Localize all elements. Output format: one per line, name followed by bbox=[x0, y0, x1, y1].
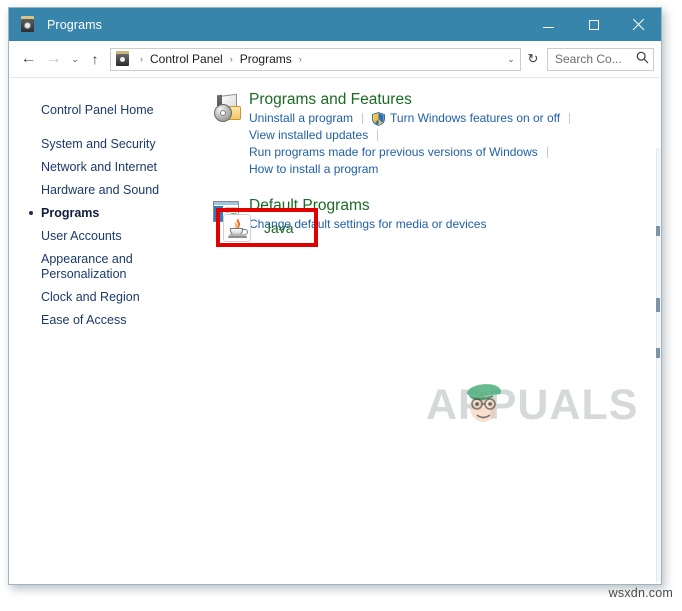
link-divider bbox=[377, 130, 379, 141]
category-programs-and-features: Programs and Features Uninstall a progra… bbox=[205, 90, 661, 178]
link-run-programs-for-previous-versions[interactable]: Run programs made for previous versions … bbox=[249, 144, 538, 161]
minimize-button[interactable] bbox=[526, 8, 571, 41]
window-title: Programs bbox=[47, 17, 102, 32]
address-bar[interactable]: › Control Panel › Programs › ⌄ bbox=[110, 47, 521, 71]
scrollbar-thumb[interactable] bbox=[656, 298, 660, 312]
sidebar-item-system-and-security[interactable]: System and Security bbox=[9, 133, 205, 156]
link-divider bbox=[546, 147, 548, 158]
control-panel-icon bbox=[20, 15, 38, 34]
breadcrumb-separator-0: › bbox=[140, 54, 143, 64]
search-box[interactable]: Search Co... bbox=[547, 47, 654, 71]
window-controls bbox=[526, 8, 661, 41]
sidebar-item-appearance-and-personalization[interactable]: Appearance and Personalization bbox=[9, 248, 205, 286]
control-panel-window: Programs ← → ⌄ ↑ › Control Panel › Progr… bbox=[8, 7, 662, 585]
category-title-programs-and-features[interactable]: Programs and Features bbox=[249, 90, 412, 109]
link-row: Uninstall a program Turn Windows feature… bbox=[249, 110, 661, 127]
appuals-watermark-text: APPUALS bbox=[426, 381, 639, 429]
refresh-button[interactable]: ↻ bbox=[521, 48, 545, 71]
link-uninstall-a-program[interactable]: Uninstall a program bbox=[249, 110, 353, 127]
sidebar-item-network-and-internet[interactable]: Network and Internet bbox=[9, 156, 205, 179]
link-row: View installed updates bbox=[249, 127, 661, 144]
scrollbar-mark bbox=[656, 226, 660, 236]
scrollbar-mark bbox=[656, 348, 660, 358]
maximize-icon bbox=[588, 19, 599, 30]
link-view-installed-updates[interactable]: View installed updates bbox=[249, 127, 368, 144]
search-input[interactable]: Search Co... bbox=[548, 52, 631, 66]
sidebar: Control Panel Home System and Security N… bbox=[9, 78, 205, 584]
up-button[interactable]: ↑ bbox=[84, 47, 106, 72]
programs-and-features-icon[interactable] bbox=[205, 90, 249, 178]
breadcrumb-separator-2[interactable]: › bbox=[293, 54, 308, 64]
link-divider bbox=[362, 113, 364, 124]
breadcrumb-control-panel[interactable]: Control Panel bbox=[149, 52, 224, 66]
window-body: Control Panel Home System and Security N… bbox=[9, 78, 661, 584]
title-bar: Programs bbox=[9, 8, 661, 41]
recent-locations-button[interactable]: ⌄ bbox=[66, 47, 84, 72]
forward-button[interactable]: → bbox=[41, 47, 66, 72]
close-button[interactable] bbox=[616, 8, 661, 41]
sidebar-item-programs[interactable]: Programs bbox=[9, 202, 205, 225]
sidebar-item-control-panel-home[interactable]: Control Panel Home bbox=[9, 99, 205, 122]
link-row: Run programs made for previous versions … bbox=[249, 144, 661, 161]
minimize-icon bbox=[543, 26, 554, 28]
screenshot-root: Programs ← → ⌄ ↑ › Control Panel › Progr… bbox=[0, 0, 682, 611]
address-control-panel-icon bbox=[115, 51, 131, 67]
maximize-button[interactable] bbox=[571, 8, 616, 41]
navigation-bar: ← → ⌄ ↑ › Control Panel › Programs › ⌄ ↻… bbox=[9, 41, 661, 77]
sidebar-item-user-accounts[interactable]: User Accounts bbox=[9, 225, 205, 248]
uac-shield-icon bbox=[372, 111, 385, 126]
vertical-scrollbar[interactable] bbox=[656, 148, 661, 582]
link-turn-windows-features-on-or-off[interactable]: Turn Windows features on or off bbox=[390, 110, 560, 127]
back-button[interactable]: ← bbox=[16, 47, 41, 72]
site-watermark: wsxdn.com bbox=[608, 586, 673, 600]
link-how-to-install-a-program[interactable]: How to install a program bbox=[249, 161, 378, 178]
close-icon bbox=[632, 18, 645, 31]
search-icon bbox=[631, 51, 653, 67]
category-list: Programs and Features Uninstall a progra… bbox=[205, 78, 661, 584]
breadcrumb-programs[interactable]: Programs bbox=[239, 52, 293, 66]
java-label[interactable]: Java bbox=[264, 220, 294, 236]
appuals-mascot-icon bbox=[463, 377, 504, 427]
category-links-programs-and-features: Uninstall a program Turn Windows feature… bbox=[249, 110, 661, 178]
breadcrumb-separator-1[interactable]: › bbox=[224, 54, 239, 64]
control-panel-item-java[interactable]: Java bbox=[223, 214, 294, 242]
link-row: How to install a program bbox=[249, 161, 661, 178]
sidebar-item-hardware-and-sound[interactable]: Hardware and Sound bbox=[9, 179, 205, 202]
sidebar-item-clock-and-region[interactable]: Clock and Region bbox=[9, 286, 205, 309]
link-divider bbox=[569, 113, 571, 124]
sidebar-item-ease-of-access[interactable]: Ease of Access bbox=[9, 309, 205, 332]
java-coffee-cup-icon bbox=[223, 214, 251, 242]
address-dropdown-icon[interactable]: ⌄ bbox=[502, 54, 520, 65]
appuals-watermark: APPUALS bbox=[426, 375, 661, 437]
